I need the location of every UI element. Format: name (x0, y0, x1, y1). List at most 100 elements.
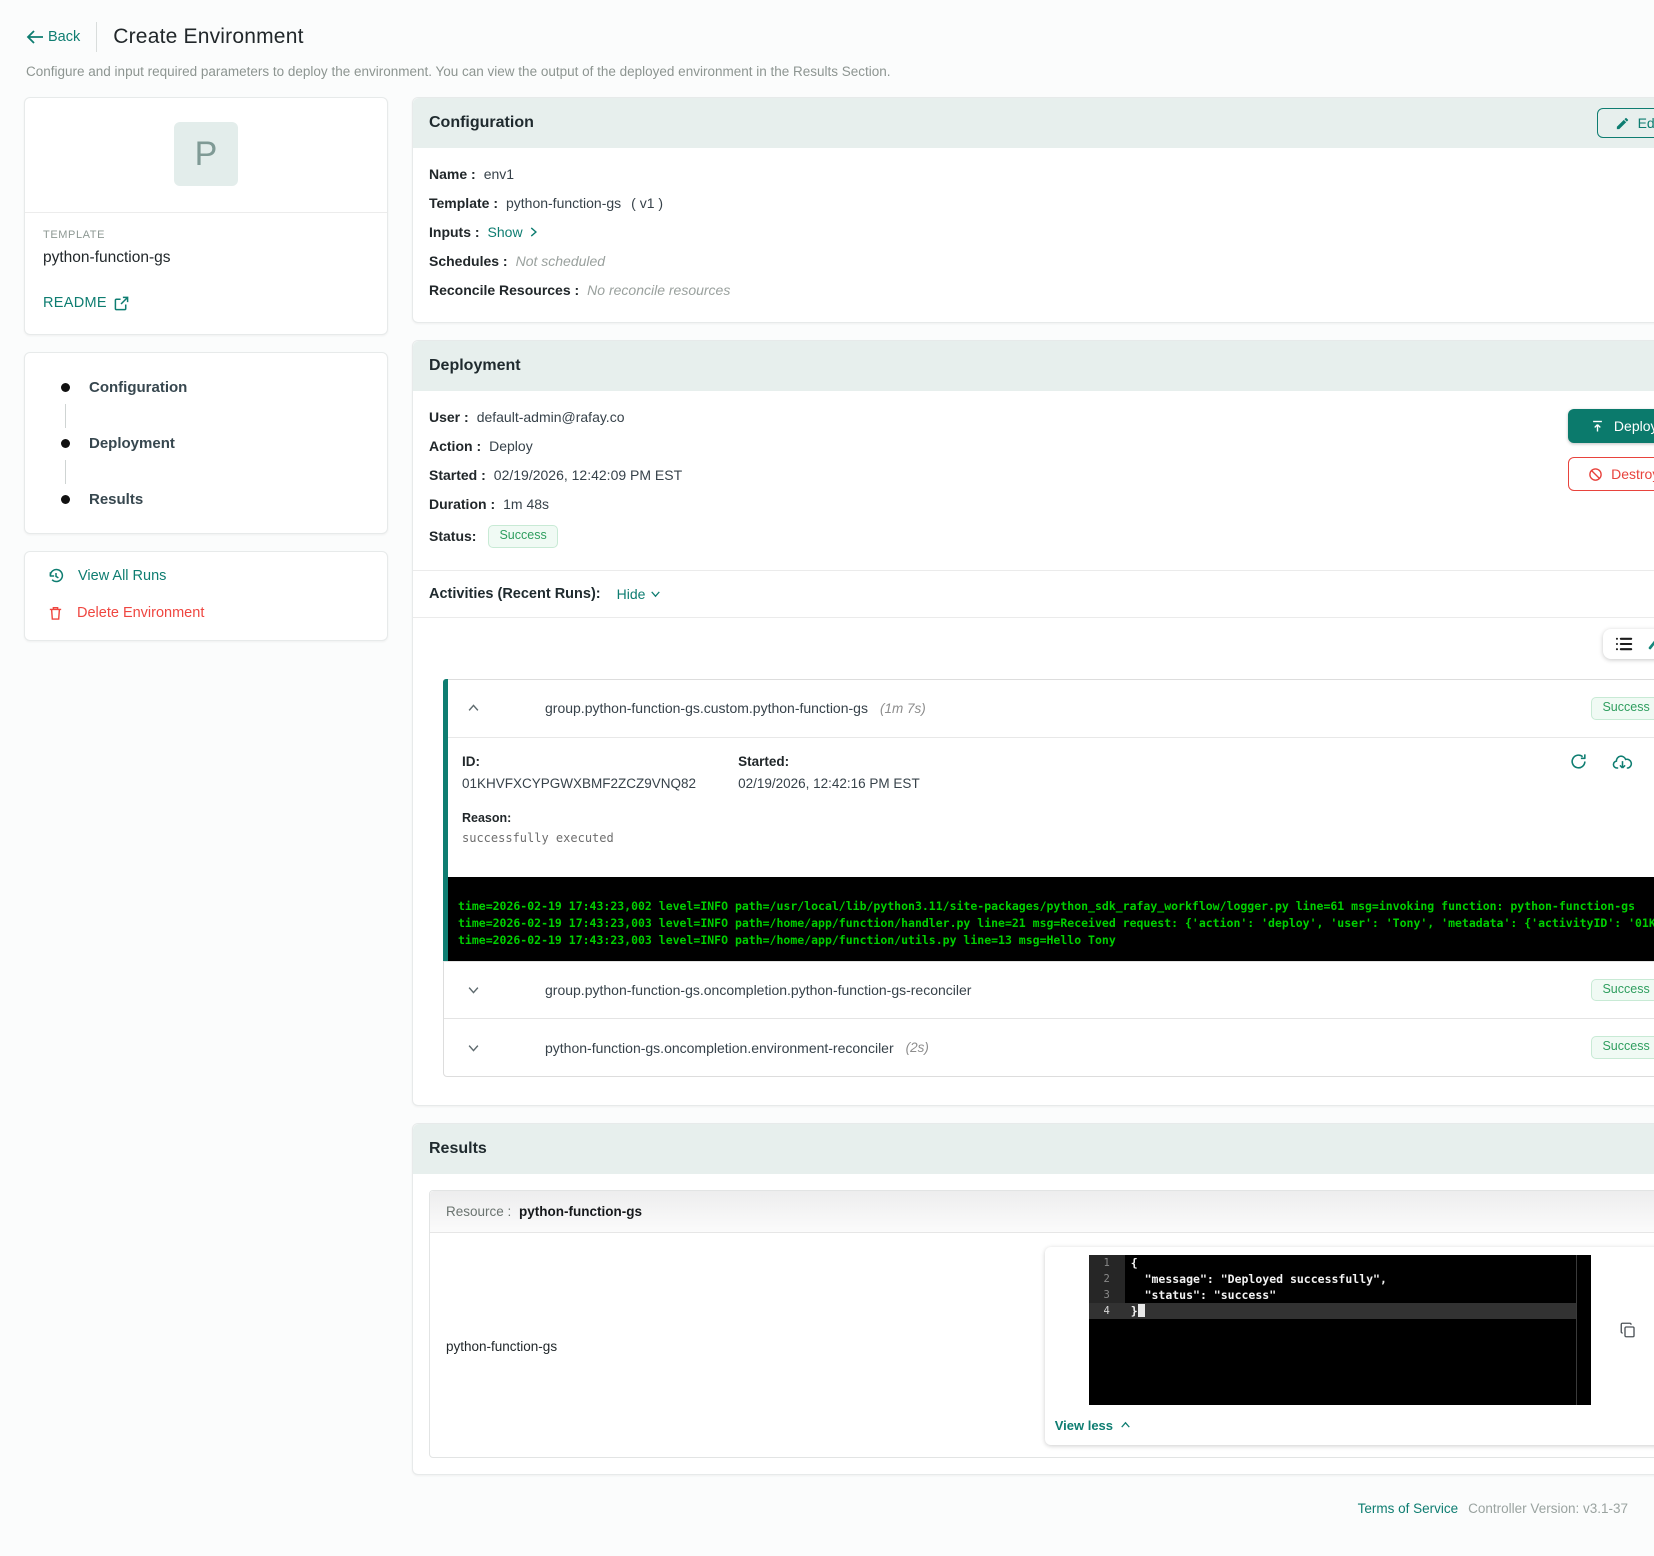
readme-label: README (43, 295, 107, 311)
configuration-title: Configuration (429, 114, 534, 132)
results-card: Results Resource : python-function-gs py… (412, 1123, 1654, 1475)
resource-label: Resource : (446, 1204, 511, 1219)
id-value: 01KHVFXCYPGWXBMF2ZCZ9VNQ82 (462, 776, 696, 791)
readme-link[interactable]: README (43, 295, 129, 311)
text-cursor (1138, 1304, 1145, 1317)
field-value: Not scheduled (516, 253, 606, 269)
chevron-down-icon (649, 587, 662, 600)
chevron-up-icon (466, 701, 481, 716)
rerun-icon[interactable] (1569, 752, 1588, 771)
started-label: Started: (738, 754, 920, 769)
configuration-header: Configuration Edit (413, 98, 1654, 148)
deploy-field-started: Started : 02/19/2026, 12:42:09 PM EST (429, 467, 1654, 483)
chevron-down-icon (466, 982, 481, 997)
activity-row-header[interactable]: group.python-function-gs.custom.python-f… (444, 680, 1654, 737)
field-label: Duration : (429, 496, 495, 512)
activity-name: group.python-function-gs.oncompletion.py… (545, 982, 971, 998)
download-logs-icon[interactable] (1612, 752, 1633, 771)
field-value: env1 (484, 166, 514, 182)
code-line: 1 { (1089, 1255, 1591, 1271)
upload-icon (1590, 419, 1605, 434)
step-dot (61, 439, 70, 448)
log-console[interactable]: time=2026-02-19 17:43:23,002 level=INFO … (444, 877, 1654, 961)
output-code-panel: 1 { 2 "message": "Deployed successfully"… (1045, 1247, 1654, 1445)
step-label: Configuration (89, 379, 187, 396)
field-label: Template : (429, 195, 498, 211)
field-label: Started : (429, 467, 486, 483)
hide-label: Hide (617, 586, 646, 602)
template-avatar: P (174, 122, 238, 186)
code-editor[interactable]: 1 { 2 "message": "Deployed successfully"… (1089, 1255, 1591, 1405)
edit-button[interactable]: Edit (1597, 108, 1654, 138)
back-label: Back (48, 29, 80, 45)
code-text: { (1125, 1255, 1591, 1271)
graph-view-icon[interactable] (1647, 636, 1654, 652)
started-value: 02/19/2026, 12:42:16 PM EST (738, 776, 920, 791)
step-dot (61, 383, 70, 392)
chevron-up-icon (1119, 1419, 1132, 1432)
stepper-item-configuration[interactable]: Configuration (61, 379, 371, 397)
view-all-runs-link[interactable]: View All Runs (47, 567, 371, 585)
activity-row-header[interactable]: group.python-function-gs.oncompletion.py… (444, 962, 1654, 1019)
code-line: 2 "message": "Deployed successfully", (1089, 1271, 1591, 1287)
list-view-icon[interactable] (1614, 636, 1634, 652)
step-connector (65, 404, 66, 428)
config-field-name: Name : env1 (429, 166, 1654, 182)
destroy-label: Destroy (1611, 466, 1654, 482)
field-label: Name : (429, 166, 476, 182)
log-line: time=2026-02-19 17:43:23,003 level=INFO … (458, 932, 1654, 949)
show-label: Show (488, 224, 523, 240)
stepper-item-deployment[interactable]: Deployment (61, 435, 371, 453)
delete-environment-label: Delete Environment (77, 605, 204, 621)
configuration-card: Configuration Edit Name : env1 Template … (412, 97, 1654, 323)
history-icon (47, 567, 65, 585)
deploy-field-action: Action : Deploy (429, 438, 1654, 454)
view-less-link[interactable]: View less (1055, 1418, 1132, 1433)
deployment-card: Deployment User : default-admin@rafay.co… (412, 340, 1654, 1106)
code-line-active: 4 } (1089, 1303, 1591, 1319)
activity-started: Started: 02/19/2026, 12:42:16 PM EST (738, 754, 920, 791)
delete-environment-link[interactable]: Delete Environment (47, 604, 371, 622)
copy-output-button[interactable] (1601, 1255, 1654, 1405)
stepper-item-results[interactable]: Results (61, 491, 371, 509)
destroy-button[interactable]: Destroy (1568, 457, 1654, 491)
code-text: } (1125, 1303, 1591, 1319)
page-title: Create Environment (113, 25, 303, 49)
activity-reason: Reason: successfully executed (462, 811, 1654, 845)
resource-panel-header: Resource : python-function-gs (430, 1191, 1654, 1233)
activity-row-header[interactable]: python-function-gs.oncompletion.environm… (444, 1019, 1654, 1076)
editor-scrollbar[interactable] (1576, 1255, 1591, 1405)
active-accent-bar (443, 679, 448, 961)
back-button[interactable]: Back (26, 29, 80, 45)
field-label: User : (429, 409, 469, 425)
pencil-icon (1615, 116, 1630, 131)
field-value: python-function-gs (506, 195, 621, 211)
field-label: Status: (429, 528, 476, 544)
field-label: Schedules : (429, 253, 508, 269)
config-field-schedules: Schedules : Not scheduled (429, 253, 1654, 269)
page-header: Back Create Environment Configure and in… (0, 0, 1654, 83)
results-title: Results (429, 1140, 487, 1158)
field-value: Deploy (489, 438, 533, 454)
page-footer: Terms of Service Controller Version: v3.… (0, 1475, 1654, 1556)
hide-activities-link[interactable]: Hide (617, 586, 663, 602)
activity-status-badge: Success (1591, 979, 1654, 1002)
activities-label: Activities (Recent Runs): (429, 586, 601, 602)
controller-version: Controller Version: v3.1-37 (1468, 1501, 1628, 1516)
inputs-show-link[interactable]: Show (488, 224, 540, 240)
template-version: ( v1 ) (631, 195, 663, 211)
view-less-label: View less (1055, 1418, 1113, 1433)
step-label: Results (89, 491, 143, 508)
deploy-button[interactable]: Deploy (1568, 409, 1654, 443)
activities-accordion: group.python-function-gs.custom.python-f… (443, 679, 1654, 1077)
template-name: python-function-gs (43, 249, 369, 267)
deploy-field-status: Status: Success (429, 525, 1654, 548)
code-line: 3 "status": "success" (1089, 1287, 1591, 1303)
line-number: 1 (1089, 1255, 1125, 1271)
config-field-template: Template : python-function-gs ( v1 ) (429, 195, 1654, 211)
deploy-label: Deploy (1614, 418, 1654, 434)
terms-of-service-link[interactable]: Terms of Service (1358, 1501, 1459, 1516)
activity-id: ID: 01KHVFXCYPGWXBMF2ZCZ9VNQ82 (462, 754, 696, 791)
reason-label: Reason: (462, 811, 1654, 825)
back-arrow-icon (26, 30, 43, 44)
